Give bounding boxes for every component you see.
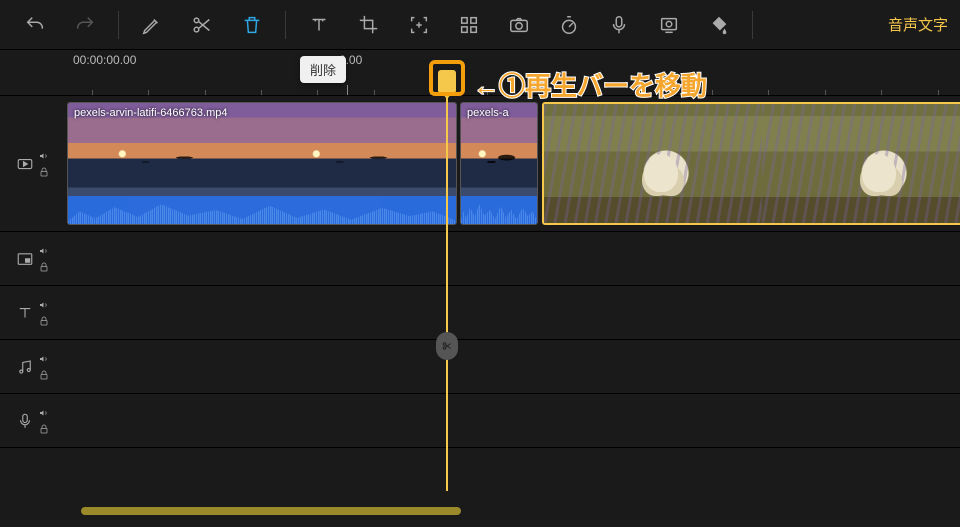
video-track: pexels-arvin-latifi-6466763.mp4 pexels-a [0,96,960,232]
delete-tooltip: 削除 [300,56,346,83]
lock-icon [38,369,50,381]
text-track-head[interactable] [0,286,65,339]
sound-icon [38,353,50,365]
video-track-head[interactable] [0,96,65,231]
instruction-annotation: ←①再生バーを移動 [473,66,707,103]
crop-button[interactable] [344,1,394,49]
split-handle[interactable] [436,332,458,360]
music-track-icon [16,358,34,376]
video-track-icon [16,155,34,173]
timeline-clip[interactable] [542,102,960,225]
timeline-clip[interactable]: pexels-a [460,102,538,225]
voice-track-head[interactable] [0,394,65,447]
sound-icon [38,299,50,311]
lock-icon [38,166,50,178]
text-tool-button[interactable] [294,1,344,49]
toolbar-separator [285,11,286,39]
split-button[interactable] [177,1,227,49]
record-button[interactable] [644,1,694,49]
music-track [0,340,960,394]
sound-icon [38,150,50,162]
mic-button[interactable] [594,1,644,49]
pip-track-icon [16,250,34,268]
text-track [0,286,960,340]
grid-button[interactable] [444,1,494,49]
current-timecode: 00:00:00.00 [73,53,136,67]
edit-button[interactable] [127,1,177,49]
camera-button[interactable] [494,1,544,49]
bracket-crop-button[interactable] [394,1,444,49]
pip-track-body[interactable] [65,232,960,285]
video-track-body[interactable]: pexels-arvin-latifi-6466763.mp4 pexels-a [65,96,960,231]
toolbar-separator [118,11,119,39]
timeline-scrollbar[interactable] [65,505,940,519]
pip-track-head[interactable] [0,232,65,285]
music-track-body[interactable] [65,340,960,393]
playhead-handle[interactable] [438,70,456,92]
toolbar-separator [752,11,753,39]
pip-track [0,232,960,286]
sound-icon [38,245,50,257]
clip-filename-label: pexels-arvin-latifi-6466763.mp4 [74,107,227,119]
mic-track-icon [16,412,34,430]
clip-filename-label: pexels-a [467,107,509,119]
sound-icon [38,407,50,419]
redo-button[interactable] [60,1,110,49]
text-track-body[interactable] [65,286,960,339]
top-toolbar: 音声文字 [0,0,960,50]
speed-button[interactable] [544,1,594,49]
lock-icon [38,261,50,273]
speech-to-text-button[interactable]: 音声文字 [888,14,950,35]
fill-button[interactable] [694,1,744,49]
undo-button[interactable] [10,1,60,49]
music-track-head[interactable] [0,340,65,393]
voice-track-body[interactable] [65,394,960,447]
tracks-panel: pexels-arvin-latifi-6466763.mp4 pexels-a [0,96,960,491]
delete-button[interactable] [227,1,277,49]
lock-icon [38,315,50,327]
voice-track [0,394,960,448]
timeline-clip[interactable]: pexels-arvin-latifi-6466763.mp4 [67,102,457,225]
playhead-line [446,96,448,491]
lock-icon [38,423,50,435]
text-track-icon [16,304,34,322]
scrollbar-thumb[interactable] [81,507,461,515]
